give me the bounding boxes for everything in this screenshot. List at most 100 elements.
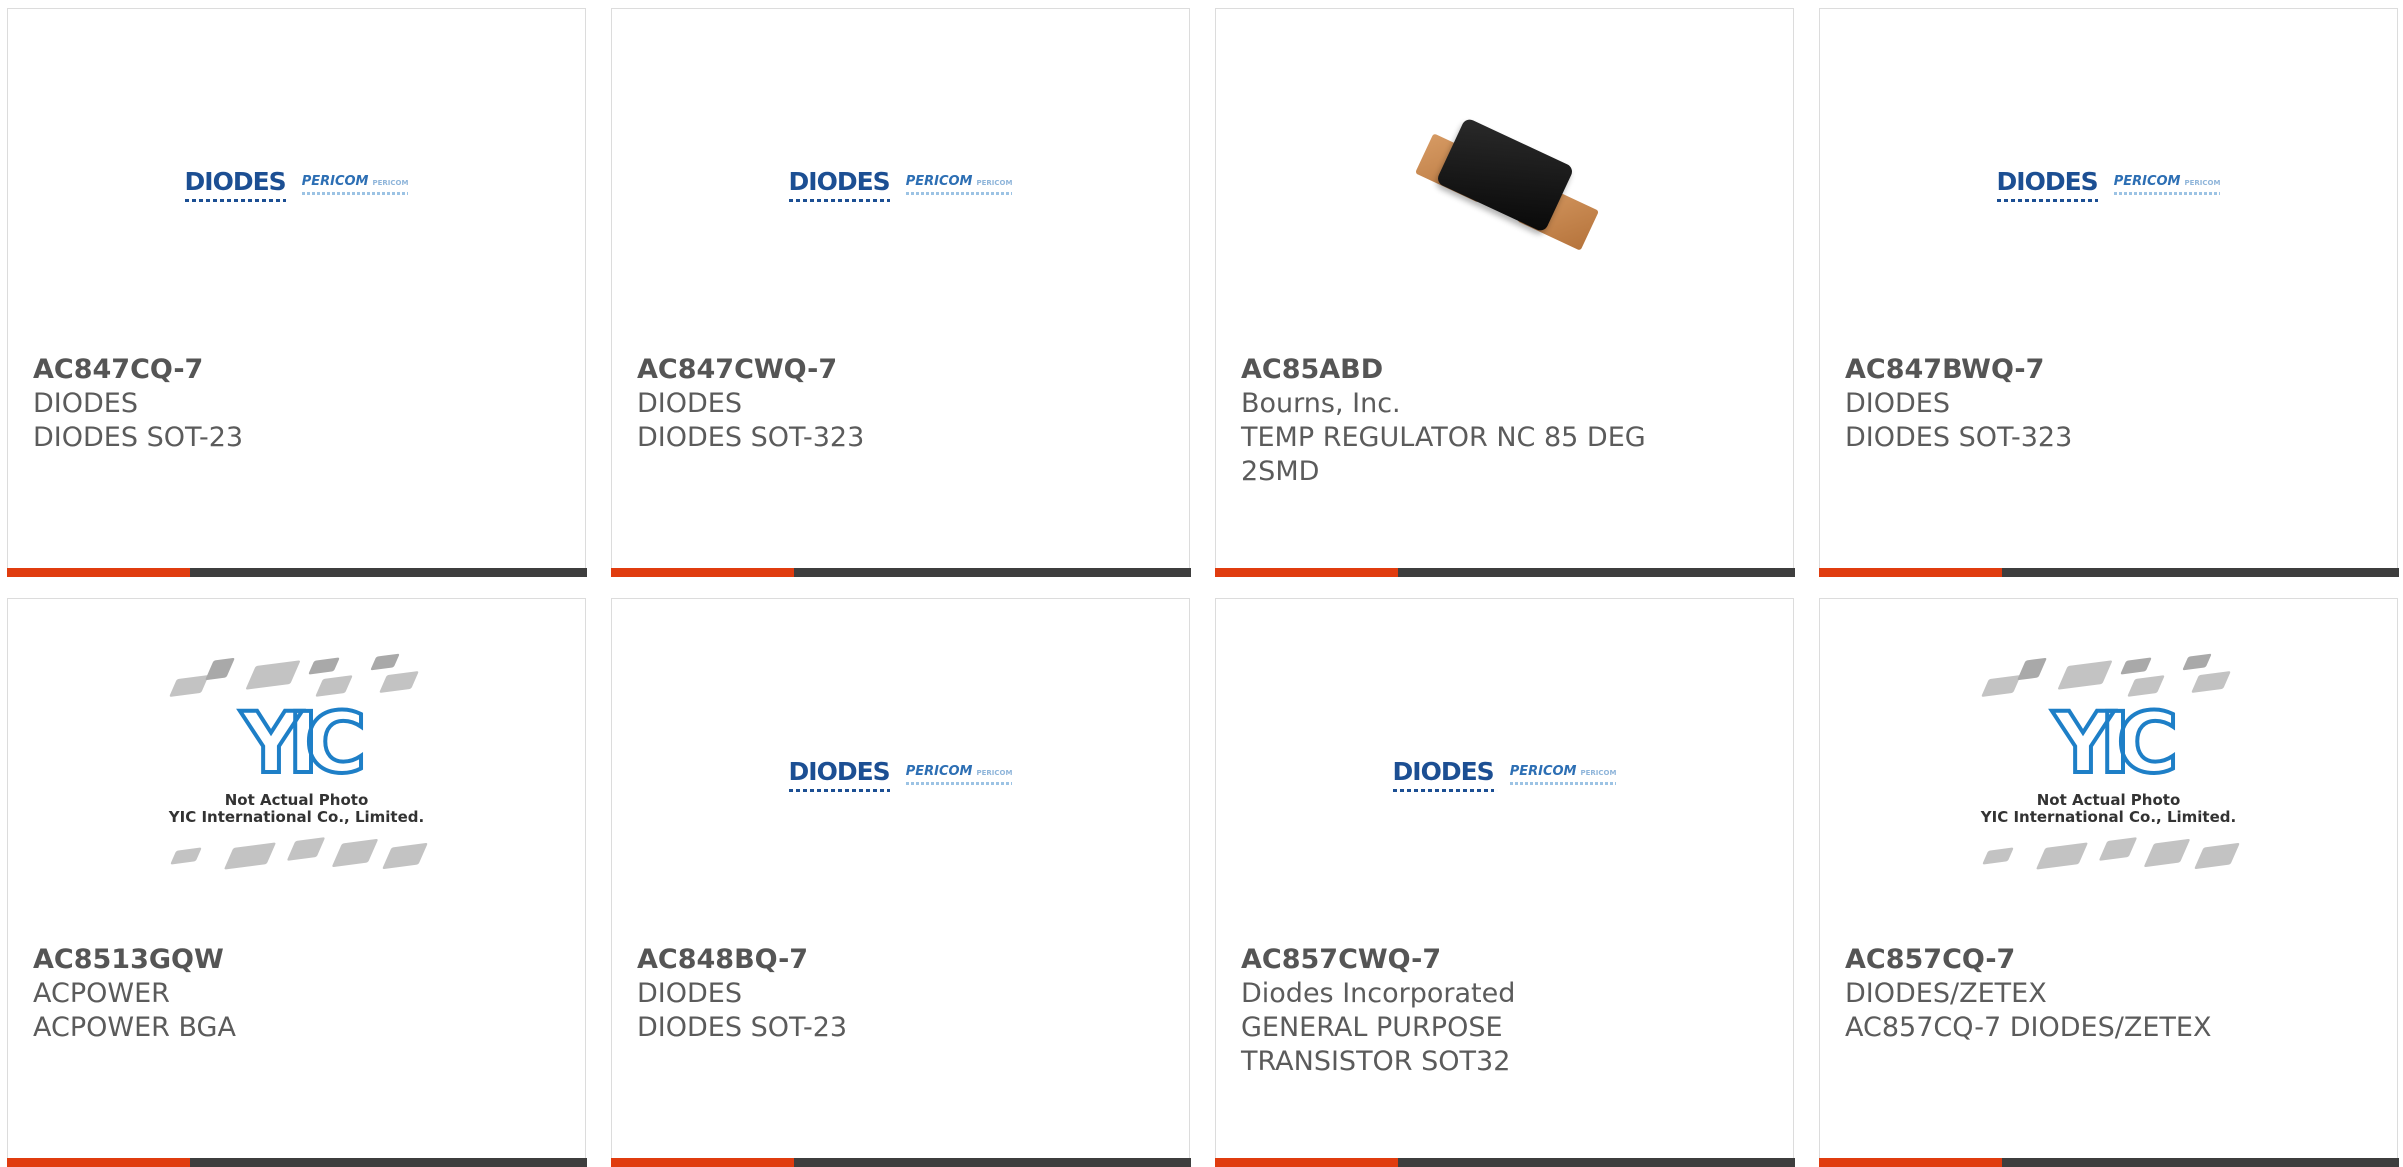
diodes-logo-text: DIODES — [788, 757, 891, 792]
product-image[interactable]: DIODES PERICOM PERICOM — [612, 69, 1189, 299]
part-number[interactable]: AC857CWQ-7 — [1241, 943, 1768, 977]
diodes-pericom-logo: DIODES PERICOM PERICOM — [1996, 167, 2220, 202]
product-card[interactable]: DIODES PERICOM PERICOM AC848BQ-7 DIODES D… — [610, 598, 1191, 1167]
diodes-logo-text: DIODES — [1996, 167, 2099, 202]
pericom-logo-text: PERICOM PERICOM — [2113, 174, 2220, 195]
chip-shape — [307, 657, 340, 675]
chip-shape — [331, 838, 378, 868]
chip-shape — [286, 837, 325, 861]
product-card[interactable]: DIODES PERICOM PERICOM AC847CWQ-7 DIODES … — [610, 8, 1191, 577]
yic-logo: YIC — [2051, 694, 2181, 792]
chip-shape — [2143, 838, 2190, 868]
card-footer-bar — [1818, 568, 2399, 577]
chip-shape — [1981, 847, 2014, 865]
thermostat-photo — [1405, 84, 1605, 284]
part-number[interactable]: AC847BWQ-7 — [1845, 353, 2372, 387]
description: DIODES SOT-323 — [1845, 422, 2073, 453]
description: GENERAL PURPOSE TRANSISTOR SOT32 — [1241, 1012, 1511, 1077]
manufacturer: Bourns, Inc. — [1241, 388, 1401, 419]
chip-shape — [204, 657, 235, 681]
manufacturer: DIODES/ZETEX — [1845, 978, 2047, 1009]
pericom-logo-text: PERICOM PERICOM — [905, 764, 1012, 785]
product-card[interactable]: DIODES PERICOM PERICOM AC857CWQ-7 Diodes … — [1214, 598, 1795, 1167]
chip-shape — [2119, 657, 2152, 675]
part-number[interactable]: AC848BQ-7 — [637, 943, 1164, 977]
product-card[interactable]: AC85ABD Bourns, Inc. TEMP REGULATOR NC 8… — [1214, 8, 1795, 577]
description: ACPOWER BGA — [33, 1012, 236, 1043]
description: TEMP REGULATOR NC 85 DEG 2SMD — [1241, 422, 1646, 487]
pericom-logo-text: PERICOM PERICOM — [1509, 764, 1616, 785]
card-accent — [6, 568, 190, 577]
chip-shape — [2193, 842, 2240, 870]
chip-shape — [2181, 653, 2212, 671]
manufacturer: DIODES — [637, 978, 742, 1009]
diodes-logo-text: DIODES — [184, 167, 287, 202]
yic-caption: Not Actual Photo YIC International Co., L… — [168, 791, 425, 826]
diodes-pericom-logo: DIODES PERICOM PERICOM — [788, 757, 1012, 792]
card-footer-bar — [1818, 1158, 2399, 1167]
pericom-logo-text: PERICOM PERICOM — [905, 174, 1012, 195]
manufacturer: DIODES — [1845, 388, 1950, 419]
product-image[interactable] — [1216, 69, 1793, 299]
part-number[interactable]: AC8513GQW — [33, 943, 560, 977]
part-number[interactable]: AC847CWQ-7 — [637, 353, 1164, 387]
chip-shape — [223, 842, 276, 870]
description: AC857CQ-7 DIODES/ZETEX — [1845, 1012, 2212, 1043]
part-number[interactable]: AC857CQ-7 — [1845, 943, 2372, 977]
diodes-pericom-logo: DIODES PERICOM PERICOM — [788, 167, 1012, 202]
card-footer-bar — [1214, 1158, 1795, 1167]
yic-logo: YIC — [239, 694, 369, 792]
chip-shape — [169, 847, 202, 865]
manufacturer: DIODES — [33, 388, 138, 419]
card-footer-bar — [610, 1158, 1191, 1167]
description: DIODES SOT-23 — [637, 1012, 848, 1043]
product-card[interactable]: DIODES PERICOM PERICOM AC847CQ-7 DIODES D… — [6, 8, 587, 577]
card-footer-bar — [6, 568, 587, 577]
product-image[interactable]: DIODES PERICOM PERICOM — [1820, 69, 2397, 299]
chip-shape — [2098, 837, 2137, 861]
card-accent — [610, 568, 794, 577]
card-footer-bar — [610, 568, 1191, 577]
description: DIODES SOT-23 — [33, 422, 244, 453]
product-grid: DIODES PERICOM PERICOM AC847CQ-7 DIODES D… — [0, 0, 2403, 1167]
product-card[interactable]: DIODES PERICOM PERICOM AC847BWQ-7 DIODES … — [1818, 8, 2399, 577]
product-card[interactable]: YIC Not Actual Photo YIC International Co… — [1818, 598, 2399, 1167]
card-accent — [1214, 1158, 1398, 1167]
pericom-logo-text: PERICOM PERICOM — [301, 174, 408, 195]
diodes-pericom-logo: DIODES PERICOM PERICOM — [184, 167, 408, 202]
diodes-pericom-logo: DIODES PERICOM PERICOM — [1392, 757, 1616, 792]
card-footer-bar — [1214, 568, 1795, 577]
card-accent — [6, 1158, 190, 1167]
chip-shape — [378, 671, 419, 693]
manufacturer: Diodes Incorporated — [1241, 978, 1516, 1009]
chip-shape — [2056, 660, 2113, 690]
description: DIODES SOT-323 — [637, 422, 865, 453]
product-image[interactable]: DIODES PERICOM PERICOM — [1216, 659, 1793, 889]
manufacturer: DIODES — [637, 388, 742, 419]
diodes-logo-text: DIODES — [788, 167, 891, 202]
card-footer-bar — [6, 1158, 587, 1167]
product-card[interactable]: YIC Not Actual Photo YIC International Co… — [6, 598, 587, 1167]
chip-shape — [2035, 842, 2088, 870]
card-accent — [1818, 1158, 2002, 1167]
yic-placeholder-image: YIC Not Actual Photo YIC International Co… — [1964, 649, 2254, 899]
product-image[interactable]: YIC Not Actual Photo YIC International Co… — [1820, 653, 2397, 889]
yic-caption: Not Actual Photo YIC International Co., L… — [1980, 791, 2237, 826]
chip-shape — [1980, 675, 2021, 697]
part-number[interactable]: AC847CQ-7 — [33, 353, 560, 387]
chip-shape — [369, 653, 400, 671]
chip-shape — [244, 660, 301, 690]
chip-shape — [2190, 671, 2231, 693]
chip-shape — [2016, 657, 2047, 681]
card-accent — [610, 1158, 794, 1167]
yic-placeholder-image: YIC Not Actual Photo YIC International Co… — [152, 649, 442, 899]
product-image[interactable]: DIODES PERICOM PERICOM — [612, 659, 1189, 889]
product-image[interactable]: DIODES PERICOM PERICOM — [8, 69, 585, 299]
diodes-logo-text: DIODES — [1392, 757, 1495, 792]
card-accent — [1214, 568, 1398, 577]
part-number[interactable]: AC85ABD — [1241, 353, 1768, 387]
chip-shape — [168, 675, 209, 697]
chip-shape — [381, 842, 428, 870]
product-image[interactable]: YIC Not Actual Photo YIC International Co… — [8, 653, 585, 889]
manufacturer: ACPOWER — [33, 978, 170, 1009]
